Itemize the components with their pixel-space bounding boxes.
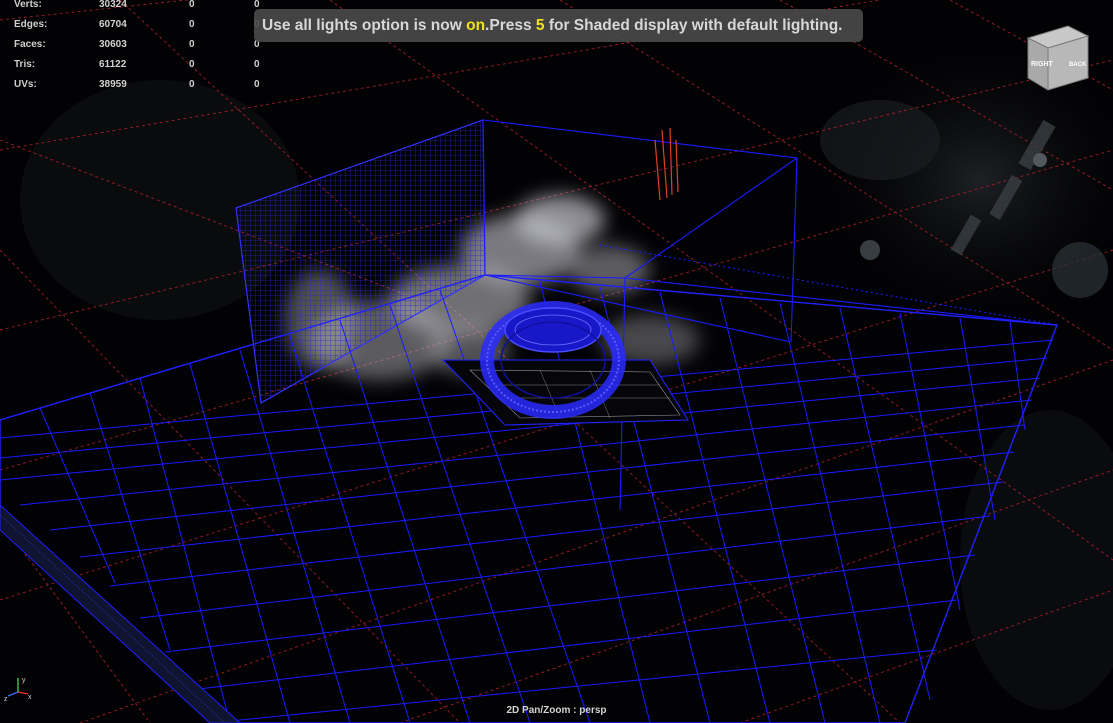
hud-label: Verts: (14, 0, 42, 10)
view-cube-front-label: RIGHT (1031, 61, 1054, 68)
hud-label: Tris: (14, 59, 36, 70)
axis-z-label: z (4, 696, 8, 702)
message-text: .Press (485, 17, 536, 34)
hud-value: 0 (189, 39, 195, 50)
hud-value: 60704 (99, 19, 127, 30)
axis-y-label: y (22, 677, 26, 684)
axis-x-line (17, 691, 29, 695)
hud-value: 0 (189, 19, 195, 30)
hud-value: 0 (254, 59, 260, 70)
message-highlight-on: on (466, 17, 486, 34)
in-view-message: Use all lights option is now on.Press 5 … (254, 9, 863, 42)
axis-x-label: x (28, 694, 32, 701)
camera-label: 2D Pan/Zoom : persp (506, 705, 607, 716)
floor-slab-edge (0, 504, 241, 723)
hud-label: UVs: (14, 79, 37, 90)
view-cube-side-label: BACK (1069, 62, 1087, 68)
message-highlight-key: 5 (535, 17, 545, 34)
hud-value: 61122 (99, 59, 127, 70)
light-locator[interactable] (654, 127, 679, 201)
hud-value: 0 (189, 79, 195, 90)
axis-z-line (7, 691, 19, 697)
hud-value: 38959 (99, 79, 127, 90)
message-text: for Shaded display with default lighting… (544, 17, 843, 34)
hud-value: 0 (189, 0, 195, 10)
hud-value: 0 (189, 59, 195, 70)
hud-label: Edges: (14, 19, 48, 30)
hud-value: 0 (254, 79, 260, 90)
hud-value: 30324 (99, 0, 127, 10)
scene-canvas[interactable] (0, 0, 1113, 723)
message-text: Use all lights option is now (262, 17, 467, 34)
perspective-viewport[interactable]: Verts: 30324 0 0 Edges: 60704 0 0 Faces:… (0, 0, 1113, 723)
view-cube[interactable]: RIGHT BACK (1024, 22, 1092, 92)
hud-value: 30603 (99, 39, 127, 50)
axis-indicator: y x z (4, 677, 32, 702)
hud-label: Faces: (14, 39, 46, 50)
